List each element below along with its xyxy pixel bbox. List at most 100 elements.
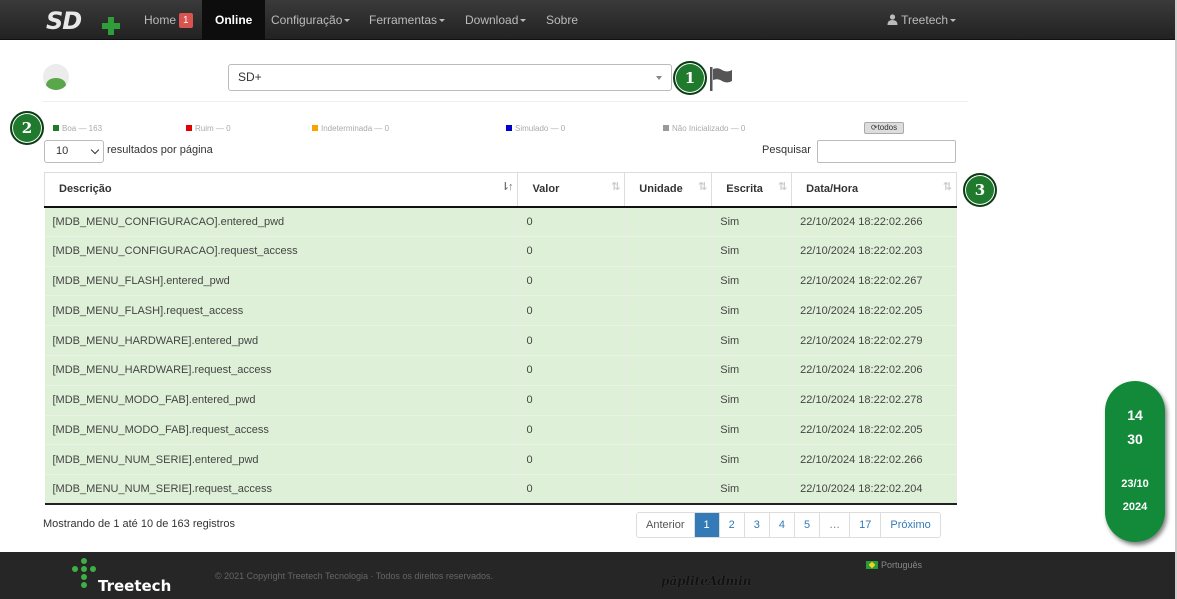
table-row[interactable]: [MDB_MENU_CONFIGURACAO].request_access 0 S… (44, 236, 957, 267)
next-page-button[interactable]: Próximo (881, 513, 940, 537)
legend-swatch-orange (312, 125, 318, 131)
cell-escrita: Sim (711, 355, 793, 386)
search-label: Pesquisar (762, 144, 811, 156)
legend-indeterminada-label: Indeterminada — 0 (321, 124, 390, 133)
callout-marker-3: 3 (963, 173, 997, 207)
cell-descricao: [MDB_MENU_NUM_SERIE].entered_pwd (44, 444, 519, 476)
sort-icon: ⇅ (611, 181, 620, 193)
nav-sobre[interactable]: Sobre (546, 0, 578, 40)
cell-descricao: [MDB_MENU_HARDWARE].request_access (44, 355, 519, 386)
table-info: Mostrando de 1 até 10 de 163 registros (43, 518, 236, 530)
page-length-value: 10 (56, 145, 69, 157)
cell-escrita: Sim (711, 444, 793, 476)
table-row[interactable]: [MDB_MENU_MODO_FAB].entered_pwd 0 Sim 22/10… (44, 385, 957, 416)
page-button-2[interactable]: 2 (719, 513, 745, 537)
cell-data-hora: 22/10/2024 18:22:02.278 (791, 385, 957, 416)
flag-icon[interactable] (709, 66, 735, 92)
nav-home[interactable]: Home 1 (144, 0, 193, 40)
cell-data-hora: 22/10/2024 18:22:02.266 (791, 206, 957, 237)
page-length-label: resultados por página (107, 144, 213, 156)
table-row[interactable]: [MDB_MENU_HARDWARE].request_access 0 Sim 22… (44, 355, 957, 386)
table-row[interactable]: [MDB_MENU_NUM_SERIE].entered_pwd 0 Sim 22/1… (44, 444, 957, 476)
nav-configuracao[interactable]: Configuração (271, 0, 351, 40)
cell-data-hora: 22/10/2024 18:22:02.206 (791, 355, 957, 386)
nav-home-label: Home (144, 13, 177, 27)
nav-ferramentas-label: Ferramentas (369, 13, 438, 27)
column-header-label: Descrição (59, 183, 112, 196)
page-button-17[interactable]: 17 (850, 513, 882, 537)
cell-valor: 0 (517, 266, 626, 297)
column-header-data-hora[interactable]: Data/Hora ⇅ (791, 172, 957, 208)
caret-down-icon (344, 19, 351, 23)
treetech-brand: Treetech (98, 577, 172, 595)
column-header-escrita[interactable]: Escrita ⇅ (711, 172, 793, 208)
cell-data-hora: 22/10/2024 18:22:02.266 (791, 444, 957, 476)
cell-valor: 0 (517, 295, 626, 327)
cell-descricao: [MDB_MENU_MODO_FAB].entered_pwd (44, 385, 519, 416)
copyright-text: © 2021 Copyright Treetech Tecnologia · T… (215, 571, 493, 581)
cell-descricao: [MDB_MENU_CONFIGURACAO].entered_pwd (44, 206, 519, 237)
cell-unidade (624, 325, 713, 356)
refresh-icon: ⟳ (870, 123, 878, 132)
sd-plus-logo[interactable]: SD (46, 7, 130, 35)
cell-unidade (624, 295, 713, 327)
page-length-select[interactable]: 10 (44, 140, 104, 163)
nav-ferramentas[interactable]: Ferramentas (369, 0, 446, 40)
footer: Treetech © 2021 Copyright Treetech Tecno… (0, 552, 1175, 599)
clock-day-month: 23/10 (1121, 478, 1149, 490)
legend-indeterminada[interactable]: Indeterminada — 0 (312, 124, 389, 133)
legend-swatch-green (53, 125, 59, 131)
device-select[interactable]: SD+ (228, 64, 672, 91)
top-navbar: SD Home 1 Online Configuração Ferramentas… (0, 0, 1175, 40)
table-row[interactable]: [MDB_MENU_HARDWARE].entered_pwd 0 Sim 22/10… (44, 325, 957, 356)
caret-down-icon (439, 19, 446, 23)
clock-hour: 14 (1127, 407, 1143, 423)
table-row[interactable]: [MDB_MENU_FLASH].entered_pwd 0 Sim 22/10/20… (44, 266, 957, 297)
cell-valor: 0 (517, 206, 626, 237)
legend-nao-inicializado[interactable]: Não Inicializado — 0 (663, 124, 745, 133)
cell-unidade (624, 385, 713, 416)
legend-simulado-label: Simulado — 0 (515, 124, 566, 133)
page-button-1[interactable]: 1 (694, 513, 720, 537)
prev-page-button[interactable]: Anterior (637, 513, 695, 537)
cell-valor: 0 (517, 355, 626, 386)
user-menu[interactable]: Treetech (887, 0, 957, 40)
page-button-3[interactable]: 3 (744, 513, 770, 537)
device-avatar (43, 64, 69, 90)
column-header-valor[interactable]: Valor ⇅ (517, 172, 626, 208)
cell-descricao: [MDB_MENU_NUM_SERIE].request_access (44, 474, 519, 506)
table-row[interactable]: [MDB_MENU_CONFIGURACAO].entered_pwd 0 Sim 2… (44, 206, 957, 237)
legend-simulado[interactable]: Simulado — 0 (506, 124, 565, 133)
table-row[interactable]: [MDB_MENU_MODO_FAB].request_access 0 Sim 22… (44, 415, 957, 446)
cell-descricao: [MDB_MENU_CONFIGURACAO].request_access (44, 236, 519, 267)
legend-boa[interactable]: Boa — 163 (53, 124, 102, 133)
column-header-unidade[interactable]: Unidade ⇅ (624, 172, 713, 208)
cell-escrita: Sim (711, 385, 793, 416)
column-header-descricao[interactable]: Descrição ⇂↑ (43, 172, 519, 208)
table-row[interactable]: [MDB_MENU_FLASH].request_access 0 Sim 22/10… (44, 295, 957, 327)
legend-swatch-red (186, 125, 192, 131)
cell-valor: 0 (517, 236, 626, 267)
nav-configuracao-label: Configuração (271, 13, 343, 27)
page-ellipsis: … (820, 513, 851, 537)
variables-table: Descrição ⇂↑ Valor ⇅ Unidade ⇅ Escrita ⇅ Dat… (43, 172, 957, 506)
cell-escrita: Sim (711, 474, 793, 506)
callout-marker-1: 1 (673, 61, 707, 95)
caret-down-icon (950, 19, 957, 23)
language-selector[interactable]: Português (866, 560, 922, 570)
product-logo: păpliteAdmin (661, 574, 752, 588)
nav-online[interactable]: Online (202, 0, 266, 40)
cell-valor: 0 (517, 444, 626, 476)
table-row[interactable]: [MDB_MENU_NUM_SERIE].request_access 0 Sim 2… (44, 474, 957, 506)
page-button-4[interactable]: 4 (769, 513, 796, 537)
language-label: Português (881, 560, 923, 570)
legend-ruim[interactable]: Ruim — 0 (186, 124, 231, 133)
nav-download[interactable]: Download (465, 0, 527, 40)
search-input[interactable] (817, 140, 956, 163)
page-button-5[interactable]: 5 (795, 513, 821, 537)
chevron-down-icon (656, 76, 662, 80)
cell-escrita: Sim (711, 325, 793, 356)
cell-descricao: [MDB_MENU_HARDWARE].entered_pwd (44, 325, 519, 356)
pagination: Anterior 1 2 3 4 5 … 17 Próximo (636, 512, 941, 538)
todos-button[interactable]: ⟳todos (864, 122, 904, 134)
